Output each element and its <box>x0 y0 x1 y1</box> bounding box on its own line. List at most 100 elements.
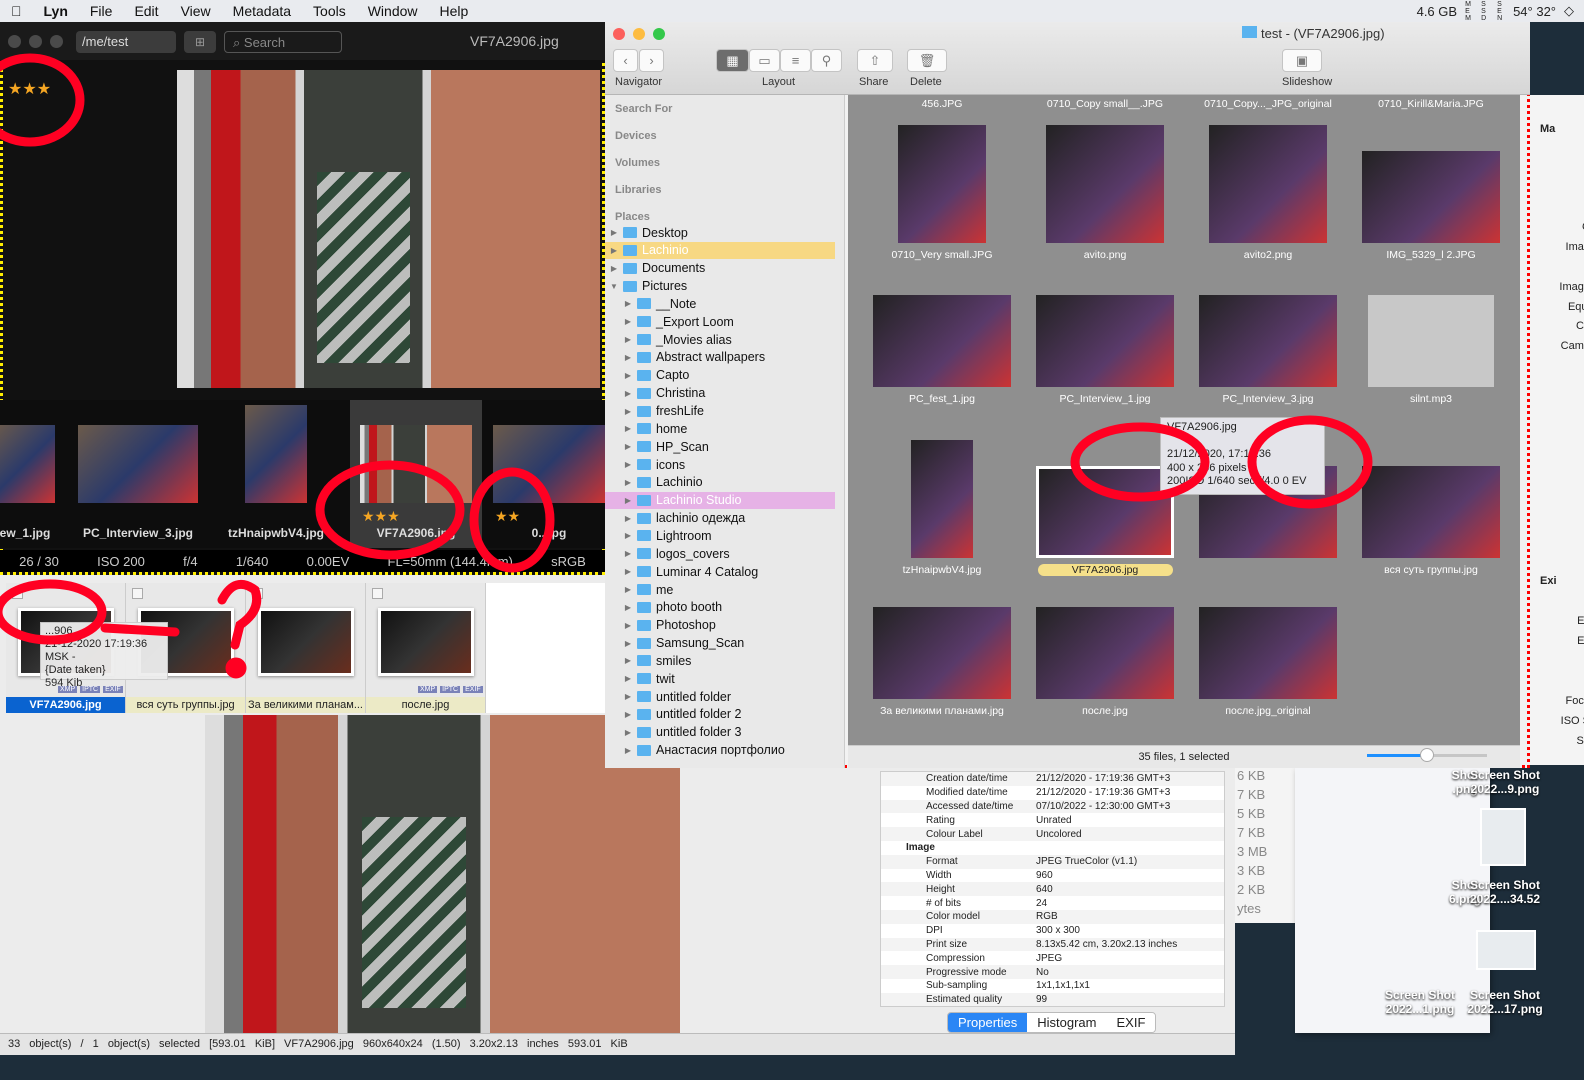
disclosure-closed-icon[interactable]: ▶ <box>623 549 633 558</box>
disclosure-closed-icon[interactable]: ▶ <box>623 621 633 630</box>
sidebar-section[interactable]: Places <box>615 211 650 223</box>
disclosure-closed-icon[interactable]: ▶ <box>623 585 633 594</box>
sidebar-item[interactable]: ▶ Abstract wallpapers <box>605 349 835 366</box>
grid-item[interactable]: PC_Interview_1.jpg <box>1025 295 1185 405</box>
sidebar-section[interactable]: Libraries <box>615 184 661 196</box>
sidebar-item[interactable]: ▶ __Note <box>605 295 835 312</box>
zoom-button[interactable] <box>653 28 665 40</box>
minimize-button[interactable] <box>29 34 42 48</box>
filmstrip-item[interactable]: tzHnaipwbV4.jpg <box>228 400 324 548</box>
sidebar-item[interactable]: ▶ logos_covers <box>605 545 835 562</box>
delete-button[interactable]: 🗑 <box>907 49 947 72</box>
menu-file[interactable]: File <box>79 3 124 19</box>
grid-item[interactable]: 0710_Kirill&Maria.JPG <box>1351 95 1511 110</box>
disclosure-closed-icon[interactable]: ▶ <box>623 728 633 737</box>
sidebar-item[interactable]: ▶ Анастасия портфолио <box>605 742 835 759</box>
sidebar-item[interactable]: ▶ Lachinio Studio <box>605 491 835 509</box>
select-checkbox[interactable] <box>132 588 143 599</box>
grid-item[interactable]: PC_fest_1.jpg <box>862 295 1022 405</box>
menu-window[interactable]: Window <box>357 3 429 19</box>
disclosure-closed-icon[interactable]: ▶ <box>623 567 633 576</box>
disclosure-closed-icon[interactable]: ▶ <box>623 674 633 683</box>
disclosure-closed-icon[interactable]: ▶ <box>623 407 633 416</box>
sidebar-item[interactable]: ▶ HP_Scan <box>605 438 835 455</box>
sidebar-item[interactable]: ▶ freshLife <box>605 403 835 420</box>
disclosure-closed-icon[interactable]: ▶ <box>623 317 633 326</box>
temperatures[interactable]: 54° 32° <box>1513 4 1556 19</box>
list-view-button[interactable]: ≡ <box>780 49 811 72</box>
sidebar-item[interactable]: ▶ Desktop <box>605 224 835 241</box>
sidebar-item[interactable]: ▶ photo booth <box>605 599 835 616</box>
menu-edit[interactable]: Edit <box>123 3 169 19</box>
grid-item[interactable]: вся суть группы.jpg <box>1351 440 1511 576</box>
map-view-button[interactable]: ⚲ <box>811 49 842 72</box>
sidebar-item[interactable]: ▶ lachinio одежда <box>605 510 835 527</box>
disclosure-closed-icon[interactable]: ▶ <box>609 246 619 255</box>
menu-metadata[interactable]: Metadata <box>222 3 302 19</box>
filmstrip-view-button[interactable]: ▭ <box>749 49 780 72</box>
memory-usage[interactable]: 4.6 GB <box>1417 4 1457 19</box>
disclosure-closed-icon[interactable]: ▶ <box>623 424 633 433</box>
share-button[interactable]: ⇧ <box>857 49 893 72</box>
tab-histogram[interactable]: Histogram <box>1027 1013 1107 1032</box>
disclosure-closed-icon[interactable]: ▶ <box>623 389 633 398</box>
disclosure-closed-icon[interactable]: ▶ <box>623 299 633 308</box>
zoom-button[interactable] <box>50 34 63 48</box>
slider-knob[interactable] <box>1420 748 1434 762</box>
menu-lyn[interactable]: Lyn <box>33 3 79 19</box>
back-button[interactable]: ‹ <box>613 49 638 72</box>
disclosure-closed-icon[interactable]: ▶ <box>623 335 633 344</box>
sidebar-item[interactable]: ▶ Photoshop <box>605 617 835 634</box>
sidebar-item[interactable]: ▶ _Movies alias <box>605 331 835 348</box>
disclosure-open-icon[interactable]: ▼ <box>609 282 619 291</box>
slideshow-button[interactable]: ▣ <box>1282 49 1322 72</box>
sidebar-item[interactable]: ▶ Lachinio <box>605 474 835 491</box>
search-input[interactable]: ⌕ Search <box>224 31 342 53</box>
icon-view-button[interactable]: ▦ <box>716 49 749 72</box>
disclosure-closed-icon[interactable]: ▶ <box>623 442 633 451</box>
grid-item[interactable]: 0710_Copy small__.JPG <box>1025 95 1185 110</box>
disclosure-closed-icon[interactable]: ▶ <box>623 460 633 469</box>
menu-tools[interactable]: Tools <box>302 3 357 19</box>
sidebar-item[interactable]: ▶ twit <box>605 670 835 687</box>
filmstrip-item[interactable]: ★★ 0...jpg <box>483 400 615 548</box>
disclosure-closed-icon[interactable]: ▶ <box>623 746 633 755</box>
grid-item[interactable]: после.jpg_original <box>1188 607 1348 717</box>
sidebar-item[interactable]: ▶ Luminar 4 Catalog <box>605 563 835 580</box>
grid-item[interactable]: PC_Interview_3.jpg <box>1188 295 1348 405</box>
desktop-file[interactable]: Screen Shot 2022...1.png <box>1375 988 1465 1016</box>
disclosure-closed-icon[interactable]: ▶ <box>623 371 633 380</box>
sidebar-item[interactable]: ▶ Lightroom <box>605 527 835 544</box>
sidebar-item[interactable]: ▶ icons <box>605 456 835 473</box>
close-button[interactable] <box>8 34 21 48</box>
tab-exif[interactable]: EXIF <box>1106 1013 1156 1032</box>
path-field[interactable]: /me/test <box>76 31 176 53</box>
sidebar-item[interactable]: ▼ Pictures <box>605 278 835 295</box>
sidebar-item[interactable]: ▶ Christina <box>605 385 835 402</box>
desktop-file[interactable]: Screen Shot 2022...17.png <box>1460 988 1550 1016</box>
disclosure-closed-icon[interactable]: ▶ <box>623 639 633 648</box>
grid-item[interactable]: За великими планами.jpg <box>862 607 1022 717</box>
disclosure-closed-icon[interactable]: ▶ <box>623 710 633 719</box>
sidebar-item[interactable]: ▶ Documents <box>605 260 835 277</box>
disclosure-closed-icon[interactable]: ▶ <box>609 228 619 237</box>
sidebar-item[interactable]: ▶ untitled folder 2 <box>605 706 835 723</box>
disclosure-closed-icon[interactable]: ▶ <box>623 603 633 612</box>
sidebar-item[interactable]: ▶ home <box>605 420 835 437</box>
grid-item[interactable]: 456.JPG <box>862 95 1022 110</box>
thumbnail-cell[interactable]: За великими планам... <box>246 583 366 713</box>
sidebar-item[interactable]: ▶ untitled folder <box>605 688 835 705</box>
menu-help[interactable]: Help <box>429 3 480 19</box>
desktop-file[interactable]: Screen Shot 2022...9.png <box>1460 768 1550 796</box>
tab-properties[interactable]: Properties <box>948 1013 1028 1032</box>
filmstrip-item[interactable]: ★★★ VF7A2906.jpg <box>350 400 482 548</box>
forward-button[interactable]: › <box>639 49 664 72</box>
grid-view-button[interactable]: ⊞ <box>184 31 216 53</box>
disclosure-closed-icon[interactable]: ▶ <box>623 656 633 665</box>
disclosure-closed-icon[interactable]: ▶ <box>623 692 633 701</box>
minimize-button[interactable] <box>633 28 645 40</box>
grid-item[interactable]: silnt.mp3 <box>1351 295 1511 405</box>
grid-item[interactable]: avito2.png <box>1188 125 1348 261</box>
sidebar-item[interactable]: ▶ me <box>605 581 835 598</box>
desktop-file[interactable]: Screen Shot 2022....34.52 <box>1460 878 1550 906</box>
